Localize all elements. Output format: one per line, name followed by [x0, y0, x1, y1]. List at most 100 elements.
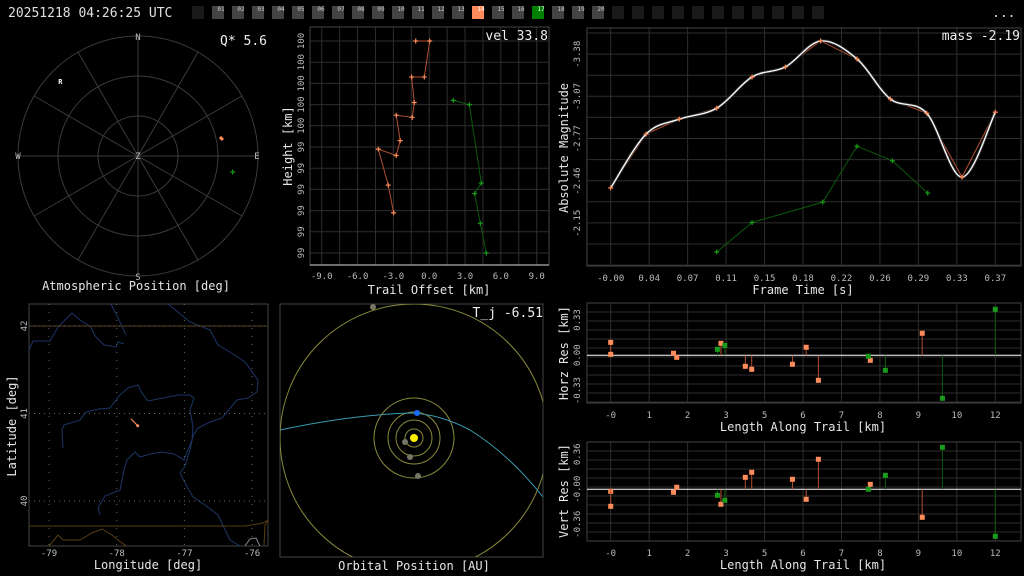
- frame-slot-empty: [652, 6, 664, 19]
- x-tick-label: 3: [723, 549, 728, 559]
- y-tick-label: 99: [297, 163, 307, 174]
- x-tick-label: 10: [951, 411, 962, 421]
- frame-slot-empty: [712, 6, 724, 19]
- latitude-tick-label: 42: [20, 321, 30, 332]
- map-gridlines: -79 -78 -77 -76424140: [20, 304, 268, 559]
- frame-slot-empty: [812, 6, 824, 19]
- x-tick-label: 8: [877, 411, 882, 421]
- plot-frame: [586, 27, 1022, 267]
- frame-slot-label: 11: [417, 6, 425, 13]
- menu-button[interactable]: ...: [992, 6, 1015, 21]
- x-tick-label: 6: [800, 549, 805, 559]
- station_a-trail-point: [409, 74, 415, 80]
- q-star-stat: Q* 5.6: [220, 34, 267, 49]
- station_a-residual-point: [803, 496, 809, 502]
- x-tick-label: 0.22: [831, 274, 853, 284]
- horizontal-residual-chart: Length Along Trail [km] Horz Res [km] -0…: [557, 302, 1022, 434]
- y-tick-label: 0.00: [573, 344, 583, 366]
- station_a-trail-point: [385, 182, 391, 188]
- y-tick-label: -3.07: [573, 83, 583, 110]
- trail-xlabel: Trail Offset [km]: [368, 283, 491, 297]
- y-tick-label: -2.46: [573, 168, 583, 195]
- station_a-trail-point: [409, 114, 415, 120]
- station_a-residual-point: [815, 377, 821, 383]
- y-tick-label: 100: [297, 75, 307, 91]
- station_a-residual-point: [789, 476, 795, 482]
- y-tick-label: -0.00: [573, 476, 583, 503]
- frame-slot-empty: [692, 6, 704, 19]
- y-tick-label: -0.33: [573, 377, 583, 404]
- frame-slot-empty: [732, 6, 744, 19]
- map-ylabel: Latitude [deg]: [5, 375, 19, 476]
- station_a-residual-point: [608, 351, 614, 357]
- x-tick-label: 1: [646, 411, 651, 421]
- frame-slot-label: 06: [317, 6, 325, 13]
- y-tick-label: 99: [297, 226, 307, 237]
- y-tick-label: 99: [297, 184, 307, 195]
- hres-ylabel: Horz Res [km]: [557, 306, 571, 400]
- x-tick-label: 5: [762, 411, 767, 421]
- station_a-residual-point: [749, 469, 755, 475]
- longitude-tick-label: -76: [244, 549, 260, 559]
- gridlines: [586, 302, 1022, 404]
- frame-slot-label: 12: [437, 6, 445, 13]
- station_a-residual-point: [803, 344, 809, 350]
- x-tick-label: 12: [990, 411, 1001, 421]
- x-tick-label: 2: [685, 549, 690, 559]
- frame-slot-label: 18: [557, 6, 565, 13]
- station_a-residual-point: [674, 484, 680, 490]
- station_b-residual-point: [714, 346, 720, 352]
- planet-mars: [415, 473, 421, 479]
- polar-title: Atmospheric Position [deg]: [42, 279, 230, 293]
- y-tick-label: 100: [297, 54, 307, 70]
- x-tick-label: 6.0: [493, 272, 509, 282]
- plot-frame: [586, 302, 1022, 404]
- station_b-trail-point: [450, 97, 456, 103]
- y-tick-label: 100: [297, 118, 307, 134]
- x-tick-label: 0.26: [869, 274, 891, 284]
- map-xlabel: Longitude [deg]: [94, 558, 202, 572]
- y-tick-label: 0.36: [573, 443, 583, 465]
- x-tick-label: 0.07: [677, 274, 699, 284]
- y-tick-label: -2.77: [573, 125, 583, 152]
- station_b-trail-line: [453, 99, 487, 254]
- x-tick-label: 9: [916, 549, 921, 559]
- station_a-residual-point: [742, 474, 748, 480]
- mass-stat: mass -2.19: [942, 29, 1020, 44]
- station_a-trail-point: [427, 38, 433, 44]
- station_a-residual-point: [867, 481, 873, 487]
- y-tick-label: 100: [297, 96, 307, 112]
- frame-slot-label: 04: [277, 6, 285, 13]
- meteor-end-point: [136, 424, 140, 428]
- frame-slot-empty: [672, 6, 684, 19]
- station_a-trail-point: [413, 38, 419, 44]
- frame-slot-label: 15: [497, 6, 505, 13]
- atmospheric-position-panel: N S E W Z R Q* 5.6 Atmospheric Position …: [15, 33, 267, 293]
- frame-slot-label: 13: [457, 6, 465, 13]
- x-tick-label: -6.0: [347, 272, 369, 282]
- station_a-trail-point: [393, 112, 399, 118]
- frame-slot-empty: [772, 6, 784, 19]
- north-label: N: [135, 33, 140, 43]
- zenith-label: Z: [135, 152, 141, 162]
- station_b-residual-point: [992, 306, 998, 312]
- planet-earth: [414, 410, 420, 416]
- y-tick-label: -2.15: [573, 210, 583, 237]
- latitude-tick-label: 41: [20, 408, 30, 419]
- station_b-magnitude-point: [820, 199, 826, 205]
- station_b-trail-point: [483, 250, 489, 256]
- station_b-trail-point: [477, 220, 483, 226]
- frame-slot-empty: [192, 6, 204, 19]
- frame-slot-label: 17: [537, 6, 545, 13]
- frame-slot-label: 07: [337, 6, 345, 13]
- x-tick-label: 0.04: [638, 274, 660, 284]
- station_a-residual-point: [919, 330, 925, 336]
- x-tick-label: 10: [951, 549, 962, 559]
- timestamp: 20251218 04:26:25 UTC: [8, 6, 172, 21]
- station_a-residual-point: [674, 354, 680, 360]
- y-tick-label: 100: [297, 33, 307, 49]
- station_a-residual-point: [789, 361, 795, 367]
- gridlines: [586, 441, 1022, 542]
- frame-slot-bar: 01 02 03 04 05 06 07 08 09 10 11 12 13 14 15 16 17 18 19 20: [192, 6, 824, 19]
- station_a-residual-point: [671, 489, 677, 495]
